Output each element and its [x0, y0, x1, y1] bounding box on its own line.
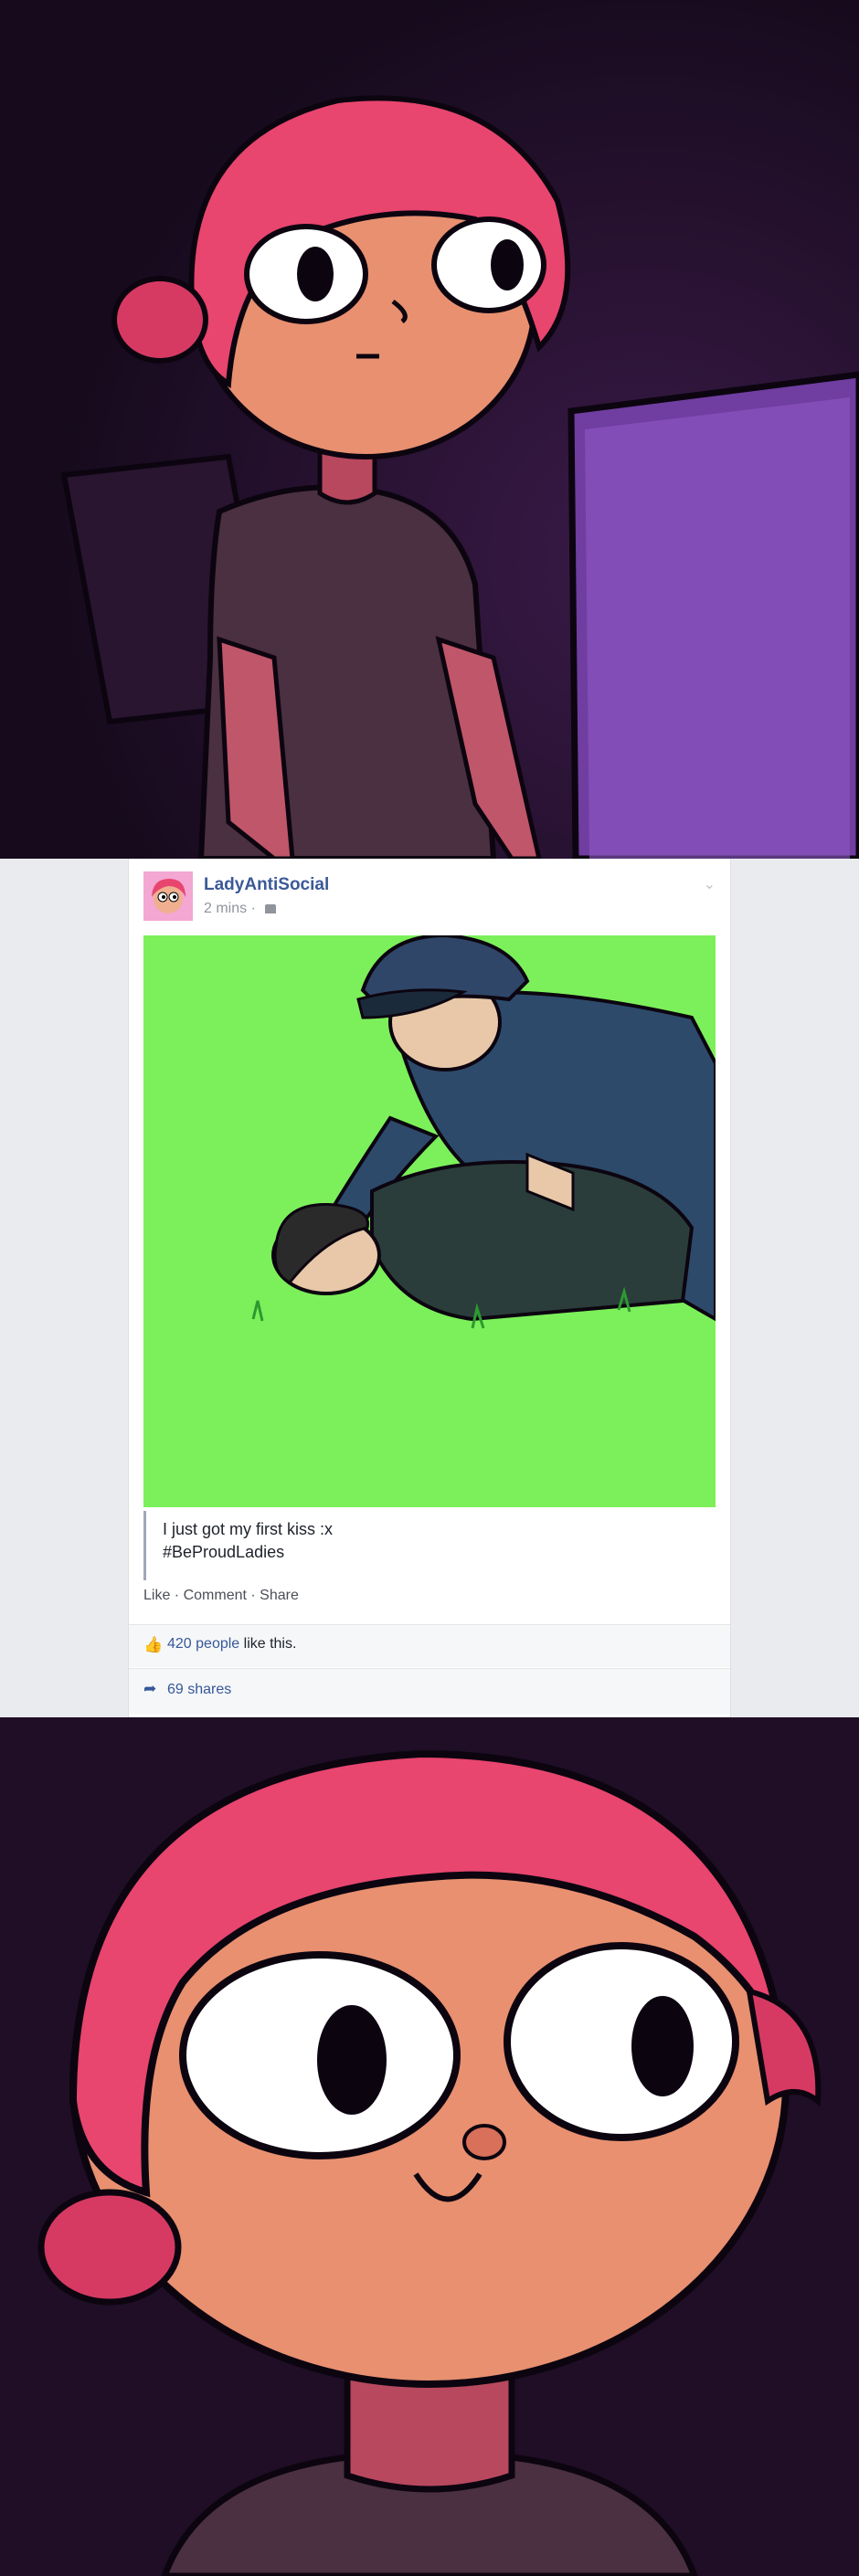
- post-time[interactable]: 2 mins: [204, 901, 247, 916]
- post-image[interactable]: [143, 935, 716, 1507]
- post-meta: 2 mins ·: [204, 901, 277, 917]
- caption-hashtag[interactable]: #BeProudLadies: [146, 1541, 718, 1564]
- caption-line-1: I just got my first kiss :x: [163, 1520, 334, 1538]
- share-arrow-icon: ➦: [143, 1680, 157, 1697]
- share-link[interactable]: Share: [260, 1588, 299, 1603]
- thumbs-up-icon: 👍: [143, 1636, 164, 1653]
- friends-icon[interactable]: [265, 903, 277, 913]
- post-image-illustration: [143, 935, 716, 1507]
- author-avatar[interactable]: [143, 871, 193, 921]
- like-link[interactable]: Like: [143, 1588, 170, 1603]
- action-separator: ·: [246, 1588, 260, 1603]
- likes-summary: 👍 420 people like this.: [129, 1624, 730, 1667]
- comic-panel-bottom: [0, 1717, 859, 2576]
- post-caption: I just got my first kiss :x #BeProudLadi…: [143, 1511, 718, 1580]
- comic-panel-social-post: LadyAntiSocial 2 mins · ⌄ I just got my …: [0, 859, 859, 1717]
- likes-count[interactable]: 420 people: [167, 1636, 239, 1652]
- author-name[interactable]: LadyAntiSocial: [204, 875, 329, 895]
- action-separator: ·: [170, 1588, 184, 1603]
- post-card: LadyAntiSocial 2 mins · ⌄ I just got my …: [128, 859, 731, 1717]
- girl-at-computer-illustration: [0, 0, 859, 859]
- comment-link[interactable]: Comment: [184, 1588, 247, 1603]
- avatar-illustration: [143, 871, 193, 921]
- shares-summary: ➦ 69 shares: [129, 1668, 730, 1715]
- shares-count[interactable]: 69 shares: [167, 1682, 231, 1698]
- likes-suffix: like this.: [239, 1636, 297, 1652]
- comic-panel-top: [0, 0, 859, 859]
- girl-smiling-illustration: [0, 1717, 859, 2576]
- chevron-down-icon[interactable]: ⌄: [704, 875, 716, 893]
- meta-separator: ·: [250, 901, 256, 916]
- post-actions: Like · Comment · Share: [143, 1588, 299, 1604]
